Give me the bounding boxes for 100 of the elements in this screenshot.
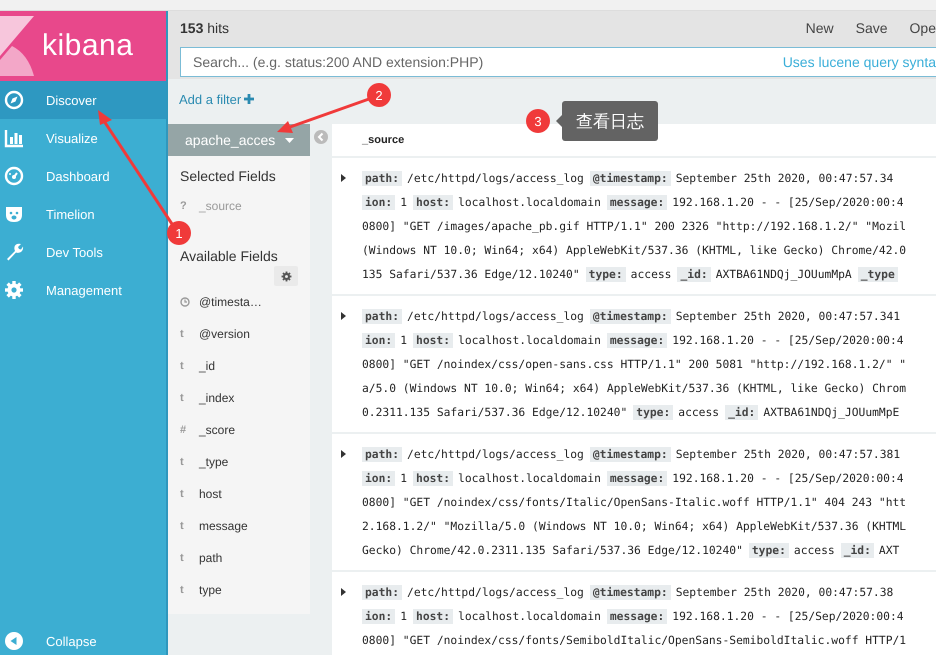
compass-icon [4,90,24,110]
field-key-label: type: [748,542,789,558]
field-key-label: ion: [362,194,396,210]
field-key-label: @timestamp: [590,446,671,462]
field-key-label: @timestamp: [590,170,671,186]
settings-button[interactable] [274,266,298,286]
field-value: September 25th 2020, 00:47:57.34 [676,172,894,184]
field-item[interactable]: @timesta… [180,286,310,318]
field-value: Gecko) Chrome/42.0.2311.135 Safari/537.36 Edge/12.10240" [362,544,743,556]
field-value: 0800] "GET /images/apache_pb.gif HTTP/1.1" 200 2326 "http://192.168.1.2/" "Mozil [362,220,906,232]
field-value: 1 [400,610,408,622]
field-value: 192.168.1.20 - - [25/Sep/2020:00:4 [672,334,904,346]
field-value: 0800] "GET /noindex/css/fonts/Italic/OpenSans-Italic.woff HTTP/1.1" 404 243 "htt [362,496,906,508]
field-value: /etc/httpd/logs/access_log [407,448,584,460]
field-value: a/5.0 (Windows NT 10.0; Win64; x64) AppleWebKit/537.36 (KHTML, like Gecko) Chrom [362,382,906,394]
field-value: 0800] "GET /noindex/css/open-sans.css HTTP/1.1" 200 5081 "http://192.168.1.2/" " [362,358,906,370]
field-value: localhost.localdomain [458,610,601,622]
field-item[interactable]: t @version [180,318,310,350]
field-value: September 25th 2020, 00:47:57.381 [676,448,900,460]
field-key-label: type: [633,404,674,420]
field-key-label: _id: [840,542,874,558]
bear-face-icon [4,204,24,224]
field-key-label: message: [606,608,668,624]
field-key-label: path: [362,308,402,324]
field-name: _index [199,391,234,405]
field-type-label: t [180,360,185,372]
field-key-label: host: [413,194,454,210]
field-key-label: path: [362,170,402,186]
field-key-label: message: [606,194,668,210]
field-name: _id [199,359,216,373]
field-key-label: type: [586,266,626,282]
expand-arrow-icon[interactable] [341,312,346,320]
field-item[interactable]: t path [180,542,310,574]
column-header: _source [362,134,404,146]
field-key-label: @timestamp: [590,308,671,324]
field-name: _type [199,455,228,469]
field-value: localhost.localdomain [458,334,601,346]
logo-text: kibana [42,29,134,63]
field-key-label: ion: [362,332,396,348]
tooltip-pointer [556,115,562,127]
field-value: September 25th 2020, 00:47:57.341 [676,310,900,322]
annotation-tooltip: 查看日志 [562,101,658,141]
field-key-label: path: [362,584,402,600]
field-value: AXTBA61NDQj_JOUumMpE [763,406,900,418]
field-key-label: path: [362,446,402,462]
section-title: Available Fields [180,248,279,264]
field-item[interactable]: t _type [180,446,310,478]
toolbar-link[interactable]: New [806,20,834,36]
field-value: AXTBA61NDQj_JOUumMpA [716,268,852,280]
field-name: message [199,519,248,533]
toolbar-link[interactable]: Save [856,20,888,36]
field-type-label: t [180,328,185,340]
field-item[interactable]: # _score [180,414,310,446]
section-title: Selected Fields [180,168,277,184]
field-key-label: host: [413,608,454,624]
field-item[interactable]: t type [180,574,310,606]
field-value: 1 [400,472,408,484]
field-key-label: _type [858,266,898,282]
field-name: type [199,583,222,597]
expand-arrow-icon[interactable] [341,450,346,458]
bar-chart-icon [4,128,24,148]
field-value: /etc/httpd/logs/access_log [407,310,584,322]
field-key-label: message: [606,470,668,486]
field-item[interactable]: t _id [180,350,310,382]
field-value: /etc/httpd/logs/access_log [407,172,584,184]
field-value: (Windows NT 10.0; Win64; x64) AppleWebKit/537.36 (KHTML, like Gecko) Chrome/42.0 [362,244,906,256]
expand-arrow-icon[interactable] [341,588,346,596]
field-name: host [199,487,222,501]
field-value: localhost.localdomain [458,196,601,208]
field-value: 135 Safari/537.36 Edge/12.10240" [362,268,580,280]
expand-arrow-icon[interactable] [341,174,346,182]
field-value: localhost.localdomain [458,472,601,484]
field-name: @version [199,327,250,341]
field-value: 192.168.1.20 - - [25/Sep/2020:00:4 [672,610,904,622]
field-name: path [199,551,222,565]
field-type-label: t [180,392,185,404]
field-name: _score [199,423,236,437]
field-value: 192.168.1.20 - - [25/Sep/2020:00:4 [672,472,904,484]
field-type-label: t [180,488,185,500]
field-type-label: t [180,552,185,564]
field-value: 0800] "GET /noindex/css/fonts/SemiboldItalic/OpenSans-SemiboldItalic.woff HTTP/1 [362,634,906,646]
toolbar-link[interactable]: Ope [910,20,936,36]
field-item[interactable]: t _index [180,382,310,414]
clock-icon [180,297,190,307]
gauge-icon [4,166,24,186]
field-key-label: ion: [362,470,396,486]
field-value: AXT [878,544,900,556]
field-item[interactable]: t host [180,478,310,510]
settings-icon [280,270,292,282]
field-name: @timesta… [199,295,262,309]
field-item[interactable]: t message [180,510,310,542]
field-type-label: t [180,584,185,596]
field-key-label: host: [413,332,454,348]
field-type-label: ? [180,200,188,212]
field-value: /etc/httpd/logs/access_log [407,586,584,598]
field-key-label: ion: [362,608,396,624]
caret-icon [285,138,294,142]
field-value: access [678,406,720,418]
field-type-label: # [180,424,188,436]
field-value: 2.168.1.2/" "Mozilla/5.0 (Windows NT 10.0; Win64; x64) AppleWebKit/537.36 (KHTML [362,520,906,532]
